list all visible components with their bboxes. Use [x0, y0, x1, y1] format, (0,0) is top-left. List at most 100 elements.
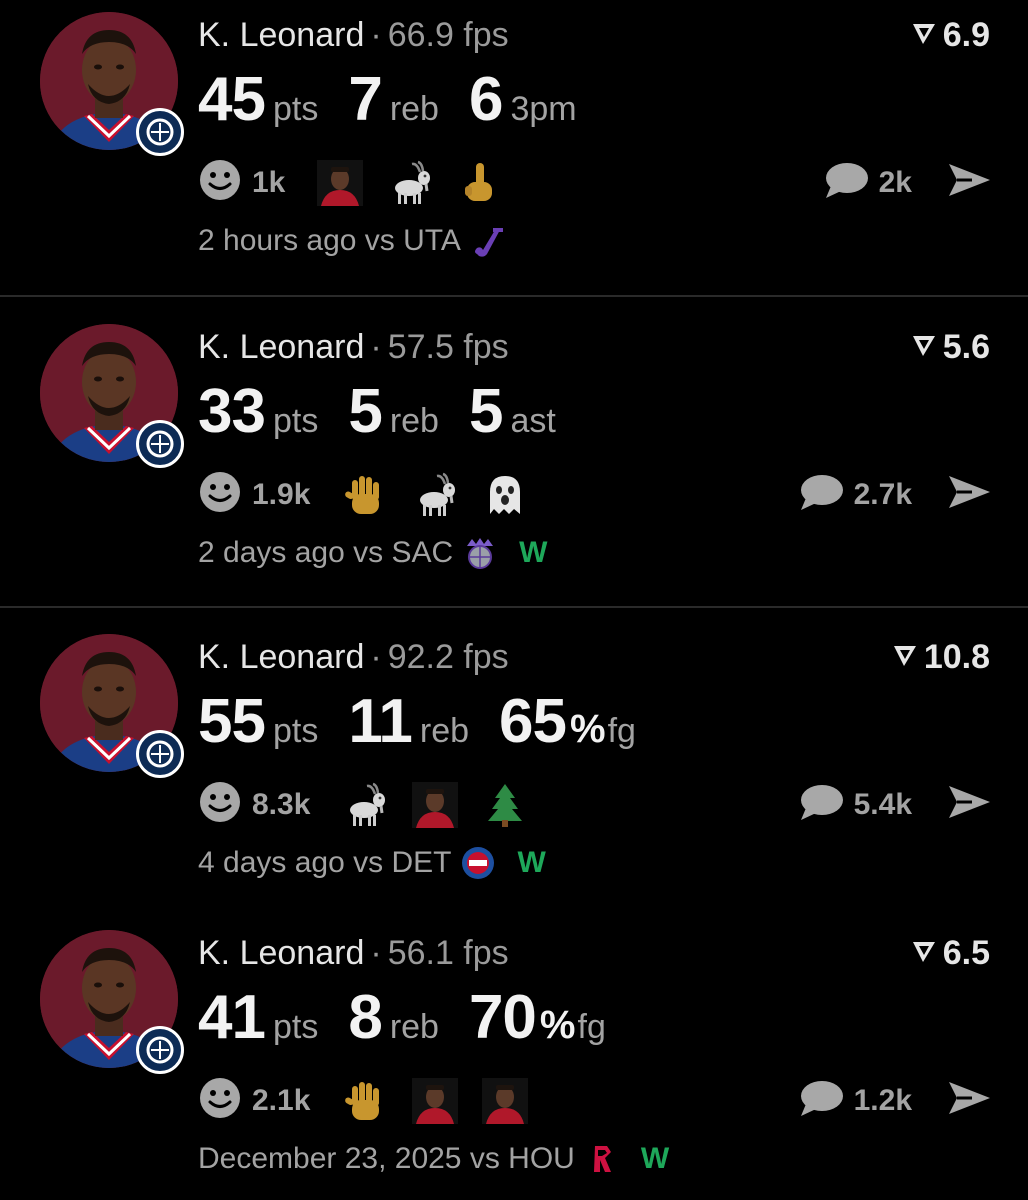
reactions-bar: 8.3k	[198, 780, 552, 829]
player-name[interactable]: K. Leonard	[198, 934, 364, 972]
rockets-logo-icon	[585, 1142, 619, 1176]
stat-value: 6	[468, 65, 503, 134]
reaction-count: 1k	[252, 165, 286, 199]
player-photo-emoji[interactable]	[317, 159, 364, 206]
rating-display: 6.9	[911, 16, 990, 55]
stat-percent-sign: %	[569, 707, 606, 751]
goat-emoji[interactable]	[342, 782, 388, 828]
fantasy-points: 57.5 fps	[387, 328, 509, 366]
post-card[interactable]: K. Leonard · 57.5 fps 5.6 33 pts 5 reb 5 ast 1.…	[0, 312, 1028, 612]
raised-hand-emoji[interactable]	[342, 472, 388, 518]
ghost-emoji[interactable]	[482, 472, 528, 518]
stat-line: 55 pts 11 reb 65% fg	[198, 686, 636, 757]
reaction-count: 1.9k	[252, 477, 311, 511]
stat-value: 55	[198, 687, 266, 756]
rating-value: 10.8	[923, 638, 990, 676]
rating-icon	[892, 638, 918, 677]
player-name[interactable]: K. Leonard	[198, 16, 364, 54]
kings-logo-icon	[463, 536, 497, 570]
reaction-count: 2.1k	[252, 1083, 311, 1117]
comment-icon[interactable]	[798, 1078, 844, 1123]
reaction-count: 8.3k	[252, 787, 311, 821]
player-photo-emoji[interactable]	[412, 1077, 459, 1124]
comment-icon[interactable]	[823, 160, 869, 205]
middle-finger-emoji[interactable]	[457, 160, 503, 206]
separator-dot: ·	[370, 16, 382, 54]
team-badge-icon	[136, 730, 184, 778]
stat-value: 5	[348, 377, 382, 446]
post-headline: K. Leonard · 56.1 fps	[198, 934, 509, 973]
separator-dot: ·	[370, 638, 382, 676]
fantasy-points: 56.1 fps	[387, 934, 509, 972]
post-card[interactable]: K. Leonard · 92.2 fps 10.8 55 pts 11 reb 65% fg…	[0, 622, 1028, 922]
comment-icon[interactable]	[798, 472, 844, 517]
post-headline: K. Leonard · 92.2 fps	[198, 638, 509, 677]
game-time-opponent[interactable]: 4 days ago vs DET	[198, 846, 451, 880]
rating-value: 6.9	[942, 16, 990, 54]
post-actions: 2k	[823, 160, 992, 205]
player-avatar[interactable]	[40, 324, 184, 468]
comment-count: 5.4k	[853, 787, 912, 821]
share-icon[interactable]	[946, 782, 992, 827]
share-icon[interactable]	[946, 1078, 992, 1123]
rating-value: 6.5	[942, 934, 990, 972]
team-badge-icon	[136, 108, 184, 156]
reactions-bar: 2.1k	[198, 1076, 552, 1125]
stat-value: 70	[468, 983, 537, 1052]
stat-unit: pts	[272, 402, 319, 440]
game-time-opponent[interactable]: 2 hours ago vs UTA	[198, 224, 461, 258]
game-info: 2 hours ago vs UTA	[198, 224, 505, 258]
stat-percent-sign: %	[539, 1003, 576, 1047]
stat-value: 11	[348, 687, 413, 756]
goat-emoji[interactable]	[387, 160, 433, 206]
game-time-opponent[interactable]: December 23, 2025 vs HOU	[198, 1142, 575, 1176]
comment-icon[interactable]	[798, 782, 844, 827]
team-badge-icon	[136, 420, 184, 468]
jazz-note-icon	[471, 224, 505, 258]
smile-icon[interactable]	[198, 158, 242, 207]
evergreen-tree-emoji[interactable]	[482, 782, 528, 828]
player-avatar[interactable]	[40, 634, 184, 778]
stat-unit: fg	[607, 712, 636, 750]
rating-icon	[911, 16, 937, 55]
player-photo-emoji[interactable]	[482, 1077, 529, 1124]
player-name[interactable]: K. Leonard	[198, 638, 364, 676]
reactions-bar: 1k	[198, 158, 527, 207]
game-result-badge: W	[519, 536, 548, 569]
reactions-bar: 1.9k	[198, 470, 552, 519]
share-icon[interactable]	[946, 472, 992, 517]
team-badge-icon	[136, 1026, 184, 1074]
smile-icon[interactable]	[198, 780, 242, 829]
player-name[interactable]: K. Leonard	[198, 328, 364, 366]
player-avatar[interactable]	[40, 930, 184, 1074]
player-photo-emoji[interactable]	[412, 781, 459, 828]
separator-dot: ·	[370, 934, 382, 972]
stat-value: 7	[348, 65, 382, 134]
game-result-badge: W	[640, 1142, 670, 1175]
post-feed: K. Leonard · 66.9 fps 6.9 45 pts 7 reb 6 3pm 1k	[0, 0, 1028, 1200]
share-icon[interactable]	[946, 160, 992, 205]
player-avatar[interactable]	[40, 12, 184, 156]
comment-count: 2k	[878, 165, 912, 199]
comment-count: 1.2k	[853, 1083, 912, 1117]
stat-value: 33	[198, 377, 266, 446]
rating-icon	[911, 934, 937, 973]
rating-icon	[911, 328, 937, 367]
game-info: 2 days ago vs SAC W	[198, 536, 547, 570]
stat-value: 65	[499, 687, 567, 756]
smile-icon[interactable]	[198, 1076, 242, 1125]
game-time-opponent[interactable]: 2 days ago vs SAC	[198, 536, 453, 570]
post-actions: 2.7k	[798, 472, 992, 517]
stat-value: 8	[348, 983, 382, 1052]
raised-hand-emoji[interactable]	[342, 1078, 388, 1124]
goat-emoji[interactable]	[412, 472, 458, 518]
post-headline: K. Leonard · 57.5 fps	[198, 328, 509, 367]
smile-icon[interactable]	[198, 470, 242, 519]
pistons-logo-icon	[461, 846, 495, 880]
stat-unit: pts	[272, 90, 319, 128]
post-card[interactable]: K. Leonard · 66.9 fps 6.9 45 pts 7 reb 6 3pm 1k	[0, 0, 1028, 300]
game-result-badge: W	[517, 846, 546, 879]
stat-value: 5	[468, 377, 503, 446]
post-headline: K. Leonard · 66.9 fps	[198, 16, 509, 55]
post-card[interactable]: K. Leonard · 56.1 fps 6.5 41 pts 8 reb 70% fg 2…	[0, 918, 1028, 1200]
